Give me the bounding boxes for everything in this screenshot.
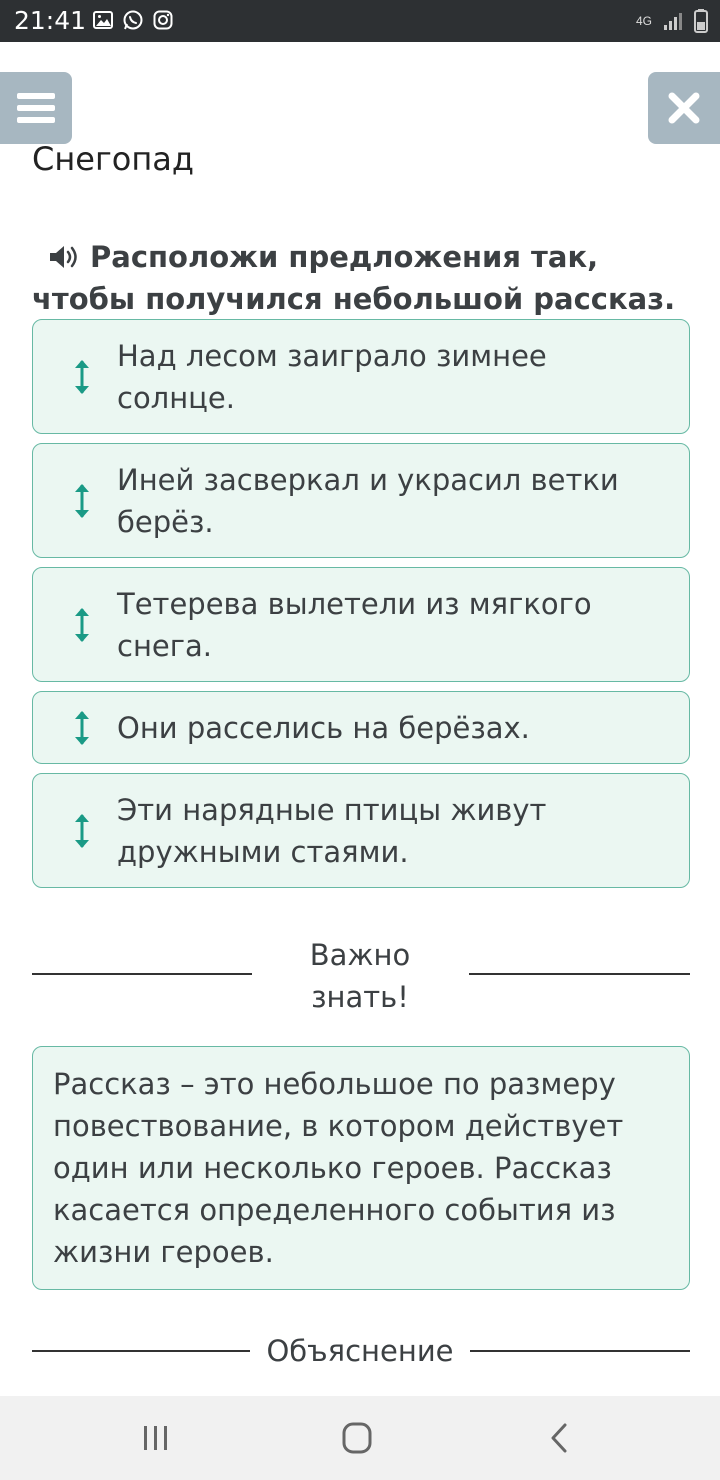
close-icon [668,92,700,124]
close-button[interactable] [648,72,720,144]
sentence-text: Они расселись на берёзах. [117,710,530,745]
drag-handle-icon[interactable] [69,708,95,748]
drag-handle-icon[interactable] [69,481,95,521]
important-text: Рассказ – это небольшое по размеру повес… [53,1067,624,1269]
divider-right [469,973,690,975]
battery-icon [694,9,708,33]
drag-handle-icon[interactable] [69,811,95,851]
sentence-card[interactable]: Они расселись на берёзах. [32,691,690,764]
sentence-text: Тетерева вылетели из мягкого снега. [117,586,592,663]
back-icon[interactable] [540,1420,580,1456]
gallery-icon [93,11,113,29]
important-heading: Важно знать! [309,938,411,1014]
notification-icons [92,9,174,31]
recent-apps-icon[interactable] [136,1420,176,1456]
important-info-box: Рассказ – это небольшое по размеру повес… [32,1046,690,1290]
sentence-text: Над лесом заиграло зимнее солнце. [117,338,547,415]
system-status-icons: 4G [636,9,708,33]
status-bar: 21:41 4G [0,0,720,42]
sentence-text: Иней засверкал и украсил ветки берёз. [117,462,619,539]
signal-icon [664,13,682,30]
status-time: 21:41 [14,6,87,35]
drag-handle-icon[interactable] [69,357,95,397]
network-4g-icon: 4G [635,14,652,28]
sentence-card[interactable]: Эти нарядные птицы живут дружными стаями… [32,773,690,888]
sentence-list: Над лесом заиграло зимнее солнце. Иней з… [32,319,690,897]
whatsapp-icon [123,10,143,30]
instagram-icon [153,10,173,30]
task-instruction: Расположи предложения так, чтобы получил… [32,236,692,320]
page-title: Снегопад [32,140,194,178]
hamburger-menu-icon [17,93,55,123]
explanation-divider-left [32,1350,250,1352]
navigation-bar [0,1396,720,1480]
drag-handle-icon[interactable] [69,605,95,645]
instruction-text: Расположи предложения так, чтобы получил… [32,240,676,316]
divider-left [32,973,252,975]
explanation-divider-right [470,1350,690,1352]
explanation-heading[interactable]: Объяснение [252,1330,468,1372]
speaker-icon[interactable] [48,243,82,271]
sentence-card[interactable]: Иней засверкал и украсил ветки берёз. [32,443,690,558]
menu-button[interactable] [0,72,72,144]
sentence-card[interactable]: Над лесом заиграло зимнее солнце. [32,319,690,434]
sentence-text: Эти нарядные птицы живут дружными стаями… [117,792,547,869]
home-icon[interactable] [337,1420,377,1456]
sentence-card[interactable]: Тетерева вылетели из мягкого снега. [32,567,690,682]
